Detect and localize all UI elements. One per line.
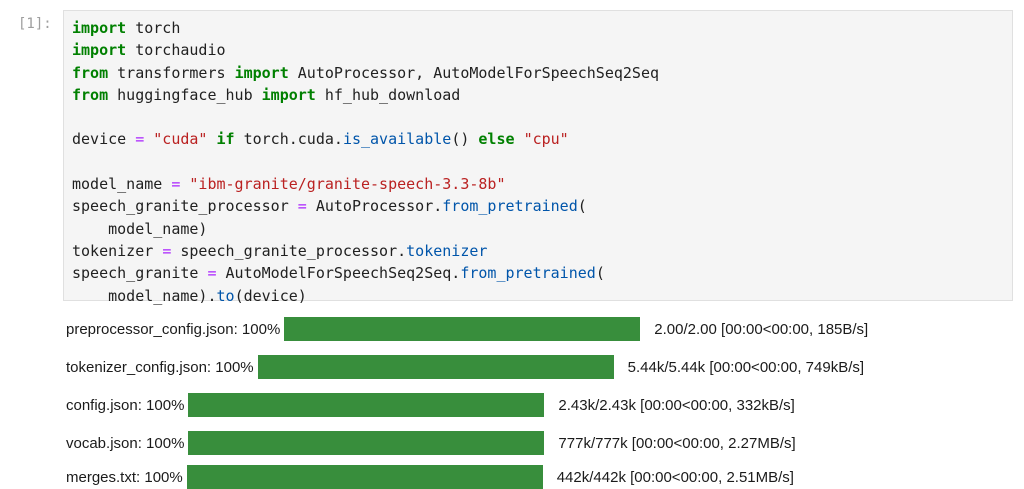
progress-fill xyxy=(188,393,545,417)
code-text: (device) xyxy=(234,286,307,305)
code-line: from huggingface_hub import hf_hub_downl… xyxy=(72,86,460,104)
progress-bar-row: preprocessor_config.json: 100% 2.00/2.00… xyxy=(66,317,868,341)
progress-description: tokenizer_config.json: 100% xyxy=(66,358,254,376)
progress-stats: 777k/777k [00:00<00:00, 2.27MB/s] xyxy=(558,434,796,452)
code-text: ( xyxy=(577,197,587,216)
operator: = xyxy=(207,264,217,283)
progress-description: vocab.json: 100% xyxy=(66,434,185,452)
code-text: device xyxy=(72,130,136,149)
keyword: import xyxy=(72,19,127,37)
code-line: model_name = "ibm-granite/granite-speech… xyxy=(72,175,505,193)
progress-fill xyxy=(188,431,545,455)
progress-track xyxy=(188,431,545,455)
code-text: () xyxy=(451,130,479,149)
code-text: model_name) xyxy=(72,219,208,238)
progress-stats: 5.44k/5.44k [00:00<00:00, 749kB/s] xyxy=(627,358,865,376)
string-literal: "cpu" xyxy=(523,130,569,149)
code-text: hf_hub_download xyxy=(315,85,461,104)
code-text: speech_granite_processor. xyxy=(171,241,407,260)
operator: = xyxy=(135,130,145,149)
function-name: to xyxy=(216,286,235,305)
progress-track xyxy=(188,393,545,417)
keyword: import xyxy=(234,63,289,82)
keyword: import xyxy=(261,85,316,104)
keyword: from xyxy=(72,63,109,82)
code-text: AutoProcessor. xyxy=(306,197,443,216)
progress-track xyxy=(257,355,614,379)
code-text: torch xyxy=(126,19,181,37)
progress-stats: 2.00/2.00 [00:00<00:00, 185B/s] xyxy=(654,320,869,338)
function-name: from_pretrained xyxy=(460,264,596,283)
code-line: import torchaudio xyxy=(72,41,226,59)
code-line: import torch xyxy=(72,19,180,37)
keyword: if xyxy=(216,130,235,149)
progress-fill xyxy=(186,465,543,489)
code-text: speech_granite_processor xyxy=(72,197,298,216)
keyword: from xyxy=(72,85,109,104)
keyword: else xyxy=(478,130,515,149)
code-cell-input[interactable]: import torch import torchaudio from tran… xyxy=(63,10,1013,305)
code-text: model_name). xyxy=(72,286,217,305)
code-text: huggingface_hub xyxy=(108,85,262,104)
string-literal: "cuda" xyxy=(153,130,208,149)
progress-track xyxy=(284,317,641,341)
progress-fill xyxy=(284,317,641,341)
code-line: model_name).to(device) xyxy=(72,287,307,305)
progress-fill xyxy=(257,355,614,379)
progress-bar-row: vocab.json: 100% 777k/777k [00:00<00:00,… xyxy=(66,431,796,455)
code-text: torchaudio xyxy=(126,41,226,60)
keyword: import xyxy=(72,41,127,60)
code-text: speech_granite xyxy=(72,264,208,283)
code-line: device = "cuda" if torch.cuda.is_availab… xyxy=(72,130,569,148)
operator: = xyxy=(297,197,307,216)
code-text: torch.cuda. xyxy=(234,130,343,149)
string-literal: "ibm-granite/granite-speech-3.3-8b" xyxy=(189,175,506,194)
code-line: speech_granite = AutoModelForSpeechSeq2S… xyxy=(72,264,605,282)
progress-stats: 442k/442k [00:00<00:00, 2.51MB/s] xyxy=(556,468,794,486)
code-text: AutoProcessor, AutoModelForSpeechSeq2Seq xyxy=(288,63,660,82)
code-line: tokenizer = speech_granite_processor.tok… xyxy=(72,242,487,260)
progress-description: preprocessor_config.json: 100% xyxy=(66,320,281,338)
function-name: from_pretrained xyxy=(442,197,578,216)
code-text: AutoModelForSpeechSeq2Seq. xyxy=(216,264,461,283)
code-text: transformers xyxy=(108,63,235,82)
progress-description: merges.txt: 100% xyxy=(66,468,183,486)
code-line: speech_granite_processor = AutoProcessor… xyxy=(72,197,587,215)
function-name: is_available xyxy=(342,130,452,149)
progress-description: config.json: 100% xyxy=(66,396,185,414)
execution-count-prompt: [1]: xyxy=(18,16,52,32)
code-line: from transformers import AutoProcessor, … xyxy=(72,64,659,82)
progress-track xyxy=(186,465,543,489)
function-name: tokenizer xyxy=(406,241,488,260)
progress-bar-row: merges.txt: 100% 442k/442k [00:00<00:00,… xyxy=(66,465,794,489)
progress-bar-row: tokenizer_config.json: 100% 5.44k/5.44k … xyxy=(66,355,864,379)
code-text: model_name xyxy=(72,175,172,194)
operator: = xyxy=(162,241,172,260)
progress-bar-row: config.json: 100% 2.43k/2.43k [00:00<00:… xyxy=(66,393,795,417)
progress-stats: 2.43k/2.43k [00:00<00:00, 332kB/s] xyxy=(558,396,795,414)
code-editor[interactable]: import torch import torchaudio from tran… xyxy=(72,17,1004,307)
code-text: tokenizer xyxy=(72,241,163,260)
code-line: model_name) xyxy=(72,220,207,238)
code-text: ( xyxy=(595,264,605,283)
